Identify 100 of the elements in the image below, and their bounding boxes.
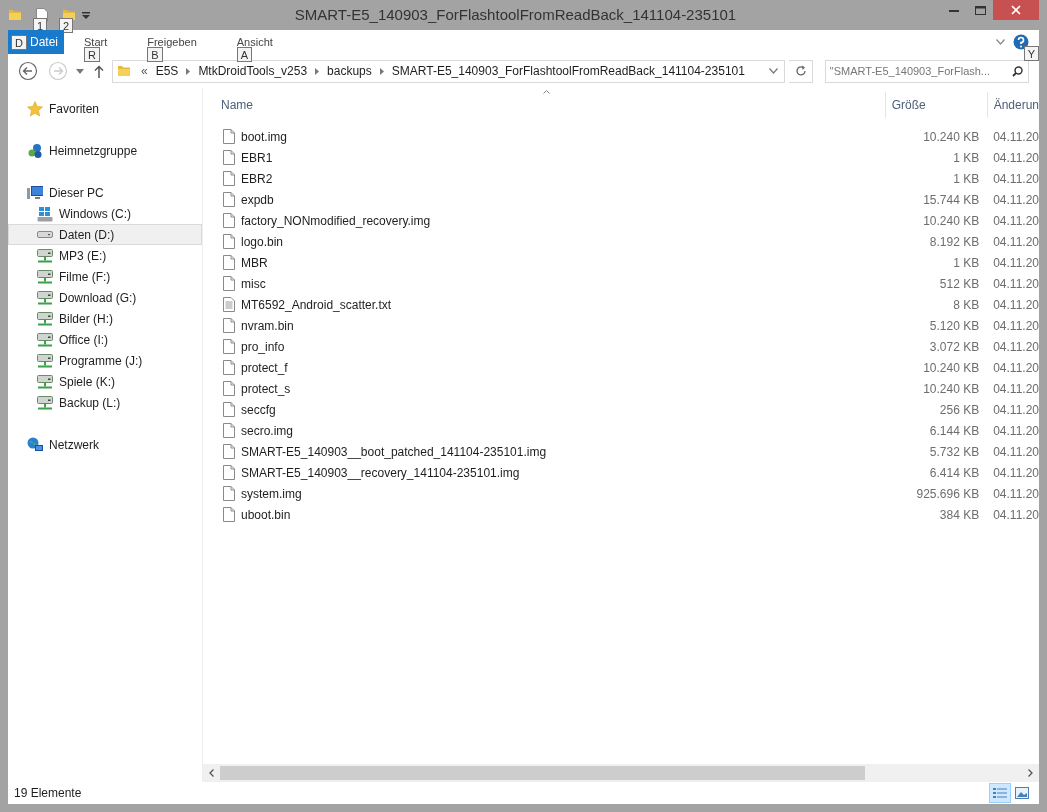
table-cell-text: 8.192 KB: [928, 233, 980, 251]
file-name[interactable]: factory_NONmodified_recovery.img: [241, 211, 431, 230]
file-name[interactable]: SMART-E5_140903__recovery_141104-235101.img: [241, 463, 520, 482]
folder-icon: [117, 64, 131, 78]
keytip: R: [84, 47, 100, 62]
sidebar-item[interactable]: Office (I:): [8, 329, 202, 350]
sidebar-item[interactable]: Daten (D:): [8, 224, 202, 245]
sidebar-item[interactable]: MP3 (E:): [8, 245, 202, 266]
table-cell-text: 10.240 KB: [922, 380, 980, 398]
file-name[interactable]: protect_f: [241, 358, 288, 377]
sidebar-item[interactable]: Download (G:): [8, 287, 202, 308]
search-icon: [1012, 65, 1023, 77]
sidebar-item[interactable]: Programme (J:): [8, 350, 202, 371]
close-icon: [1011, 5, 1021, 15]
ribbon-collapse-icon: [996, 39, 1005, 45]
column-header[interactable]: Name: [215, 92, 885, 118]
breadcrumb[interactable]: backups: [327, 62, 372, 80]
drive-icon: [37, 373, 53, 390]
keytip: D: [11, 35, 27, 50]
drive-icon: [37, 205, 53, 222]
file-icon: [223, 234, 235, 249]
table-cell-text: 04.11.20: [993, 338, 1039, 356]
file-icon: [223, 360, 235, 375]
file-icon: [223, 150, 235, 165]
file-name[interactable]: boot.img: [241, 127, 288, 146]
details-view-button[interactable]: [989, 783, 1011, 803]
file-name[interactable]: expdb: [241, 190, 274, 209]
scrollbar-thumb[interactable]: [220, 766, 865, 780]
drive-icon: [37, 394, 53, 411]
up-button[interactable]: [94, 64, 104, 78]
table-cell-text: 6.144 KB: [928, 422, 980, 440]
file-name[interactable]: uboot.bin: [241, 505, 291, 524]
sidebar-item[interactable]: Netzwerk: [8, 434, 202, 455]
window-title: SMART-E5_140903_ForFlashtoolFromReadBack_141104-235101: [294, 4, 737, 25]
file-name[interactable]: system.img: [241, 484, 302, 503]
sidebar-item[interactable]: Backup (L:): [8, 392, 202, 413]
column-header[interactable]: Größe: [884, 92, 987, 118]
file-name[interactable]: seccfg: [241, 400, 276, 419]
table-cell-text: 1 KB: [952, 149, 980, 167]
refresh-button[interactable]: [789, 59, 813, 83]
breadcrumb-overflow[interactable]: «: [141, 62, 148, 80]
breadcrumb-arrow-icon: [379, 68, 384, 75]
keytip: B: [147, 47, 163, 62]
file-icon: [223, 339, 235, 354]
picture-view-icon: [1015, 787, 1029, 799]
file-name[interactable]: protect_s: [241, 379, 291, 398]
breadcrumb-arrow-icon: [186, 68, 191, 75]
table-cell-text: 04.11.20: [993, 128, 1039, 146]
file-icon: [223, 255, 235, 270]
file-icon: [223, 423, 235, 438]
sidebar-item[interactable]: Heimnetzgruppe: [8, 140, 202, 161]
table-cell-text: 04.11.20: [993, 254, 1039, 272]
sidebar-item[interactable]: Dieser PC: [8, 182, 202, 203]
file-name[interactable]: nvram.bin: [241, 316, 294, 335]
sidebar-item[interactable]: Bilder (H:): [8, 308, 202, 329]
up-arrow-icon: [94, 64, 104, 78]
sidebar-item[interactable]: Spiele (K:): [8, 371, 202, 392]
file-icon: [223, 192, 235, 207]
dropdown-icon: [769, 68, 779, 74]
file-name[interactable]: SMART-E5_140903__boot_patched_141104-235101.img: [241, 442, 547, 461]
file-name[interactable]: misc: [241, 274, 266, 293]
search-field[interactable]: "SMART-E5_140903_ForFlash...: [824, 59, 1029, 83]
column-header[interactable]: Änderun: [986, 92, 1039, 118]
file-name[interactable]: pro_info: [241, 337, 285, 356]
sidebar-item[interactable]: Filme (F:): [8, 266, 202, 287]
file-name[interactable]: MBR: [241, 253, 268, 272]
file-icon: [223, 486, 235, 501]
breadcrumb[interactable]: MtkDroidTools_v253: [198, 62, 308, 80]
customize-dropdown-icon: [82, 11, 90, 19]
table-cell-text: 384 KB: [938, 506, 980, 524]
breadcrumb[interactable]: SMART-E5_140903_ForFlashtoolFromReadBack_141104-235101: [391, 62, 745, 80]
file-name[interactable]: secro.img: [241, 421, 293, 440]
breadcrumb[interactable]: E5S: [155, 62, 179, 80]
table-cell-text: 10.240 KB: [922, 128, 980, 146]
file-name[interactable]: logo.bin: [241, 232, 284, 251]
table-cell-text: 04.11.20: [993, 485, 1039, 503]
file-icon: [223, 318, 235, 333]
table-cell-text: 10.240 KB: [922, 212, 980, 230]
sidebar-item[interactable]: Favoriten: [8, 98, 202, 119]
drive-icon: [37, 268, 53, 285]
table-cell-text: 04.11.20: [993, 212, 1039, 230]
address-field[interactable]: « E5S MtkDroidTools_v253 backups SMART-E5_140903_ForFlashtoolFromReadBack_141104-235101: [112, 59, 786, 83]
table-cell-text: 8 KB: [952, 296, 980, 314]
table-cell-text: 10.240 KB: [922, 359, 980, 377]
table-cell-text: 04.11.20: [993, 422, 1039, 440]
file-name[interactable]: EBR1: [241, 148, 273, 167]
homegroup-icon: [27, 142, 43, 159]
table-cell-text: 256 KB: [938, 401, 980, 419]
drive-icon: [37, 310, 53, 327]
close-button[interactable]: [993, 0, 1039, 20]
back-button[interactable]: [18, 61, 38, 81]
history-dropdown-button[interactable]: [76, 68, 84, 74]
text-document-icon: [223, 297, 235, 312]
help-icon: [1013, 34, 1029, 50]
sidebar-item[interactable]: Windows (C:): [8, 203, 202, 224]
table-cell-text: 5.732 KB: [928, 443, 980, 461]
table-cell-text: 04.11.20: [993, 170, 1039, 188]
file-name[interactable]: MT6592_Android_scatter.txt: [241, 295, 392, 314]
file-name[interactable]: EBR2: [241, 169, 273, 188]
file-icon: [223, 507, 235, 522]
